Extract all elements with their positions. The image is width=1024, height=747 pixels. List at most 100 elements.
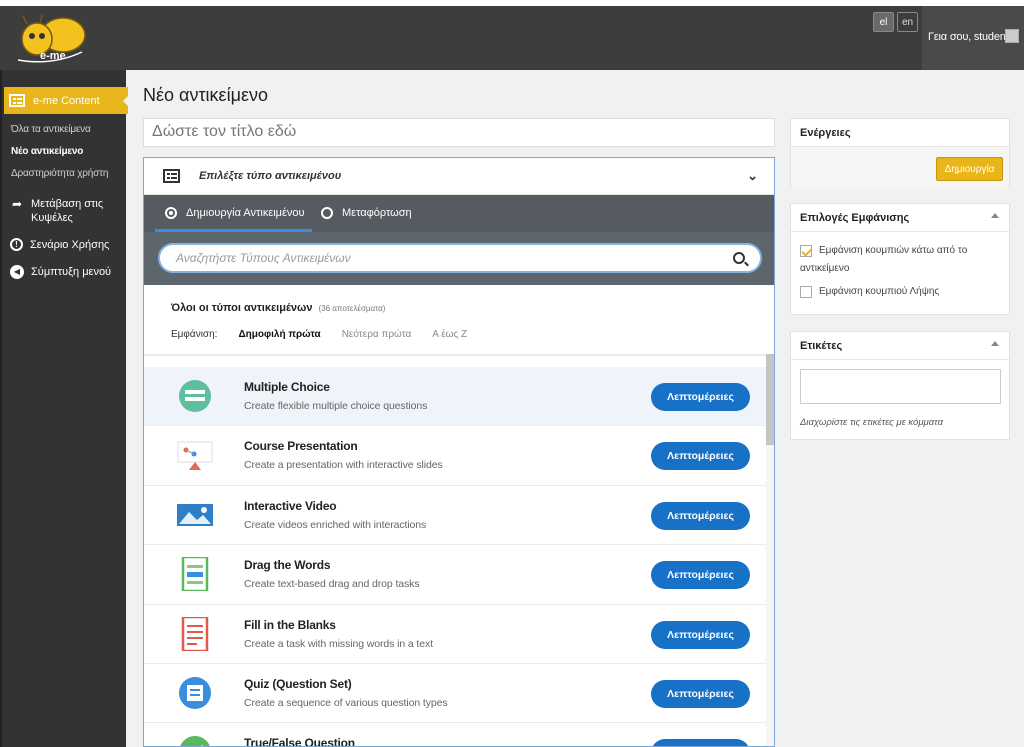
search-input[interactable]: Αναζητήστε Τύπους Αντικειμένων	[158, 243, 762, 273]
list-item[interactable]: Multiple Choice Create flexible multiple…	[144, 367, 766, 427]
sidebar-item-collapse-menu[interactable]: ◀ Σύμπτυξη μενού	[10, 265, 111, 279]
sort-label: Εμφάνιση:	[171, 329, 218, 340]
content-type-selector: Επιλέξτε τύπο αντικειμένου ⌄ Δημιουργία …	[143, 157, 775, 747]
content-type-desc: Create text-based drag and drop tasks	[244, 578, 420, 591]
sidebar-item-user-activity[interactable]: Δραστηριότητα χρήστη	[11, 168, 108, 179]
list-item[interactable]: True/False Question Λεπτομέρειες	[144, 723, 766, 747]
tab-bar: Δημιουργία Αντικειμένου Μεταφόρτωση	[144, 195, 774, 232]
content-type-name: Interactive Video	[244, 498, 337, 513]
content-type-dropdown[interactable]: Επιλέξτε τύπο αντικειμένου ⌄	[144, 158, 774, 195]
list-item[interactable]: Quiz (Question Set) Create a sequence of…	[144, 664, 766, 724]
content-list-icon	[9, 94, 25, 107]
actions-body: Δημιουργία	[791, 147, 1009, 189]
details-button[interactable]: Λεπτομέρειες	[651, 383, 750, 411]
content-type-name: Drag the Words	[244, 558, 331, 573]
checkbox-unchecked[interactable]	[800, 286, 812, 298]
active-pointer-icon	[123, 95, 129, 107]
sidebar-item-usage-scenario[interactable]: ! Σενάριο Χρήσης	[10, 238, 109, 252]
fill-blanks-icon	[181, 616, 209, 651]
details-button[interactable]: Λεπτομέρειες	[651, 501, 750, 530]
sidebar-item-label: Κυψέλες	[31, 212, 73, 224]
option-label: αντικείμενο	[800, 263, 850, 274]
sidebar-item-all-objects[interactable]: Όλα τα αντικείμενα	[11, 124, 91, 135]
details-button[interactable]: Λεπτομέρειες	[651, 620, 750, 649]
radio-empty-icon	[321, 207, 333, 219]
checkbox-checked[interactable]	[800, 245, 812, 257]
content-type-desc: Create flexible multiple choice question…	[244, 400, 428, 412]
list-item[interactable]: Drag the Words Create text-based drag an…	[144, 545, 766, 605]
details-button[interactable]: Λεπτομέρειες	[651, 561, 750, 590]
display-options-title: Επιλογές Εμφάνισης	[800, 212, 910, 224]
search-band: Αναζητήστε Τύπους Αντικειμένων	[144, 232, 774, 285]
details-button[interactable]: Λεπτομέρειες	[651, 442, 750, 471]
content-type-name: Multiple Choice	[244, 380, 330, 394]
tags-header[interactable]: Ετικέτες	[791, 332, 1009, 360]
lang-el-button[interactable]: el	[873, 12, 894, 32]
sort-newest[interactable]: Νεότερα πρώτα	[342, 329, 412, 340]
sort-options: Εμφάνιση: Δημοφιλή πρώτα Νεότερα πρώτα Α…	[171, 329, 488, 340]
tab-label: Μεταφόρτωση	[342, 207, 412, 219]
content-type-name: Quiz (Question Set)	[244, 676, 352, 691]
sort-a-to-z[interactable]: Α έως Ζ	[432, 329, 467, 340]
list-item[interactable]: Fill in the Blanks Create a task with mi…	[144, 605, 766, 664]
details-button[interactable]: Λεπτομέρειες	[651, 739, 750, 746]
sidebar-item-label: Σενάριο Χρήσης	[30, 239, 110, 251]
show-buttons-option[interactable]: Εμφάνιση κουμπιών κάτω από το αντικείμεν…	[800, 242, 967, 278]
sidebar-item-new-object[interactable]: Νέο αντικείμενο	[11, 146, 83, 157]
actions-panel: Ενέργειες Δημιουργία	[790, 118, 1010, 189]
sort-popular[interactable]: Δημοφιλή πρώτα	[238, 329, 320, 340]
page-title: Νέο αντικείμενο	[143, 85, 268, 105]
tags-panel: Ετικέτες Διαχωρίστε τις ετικέτες με κόμμ…	[790, 331, 1010, 440]
e-me-logo[interactable]: e-me	[12, 12, 88, 68]
list-item[interactable]: Interactive Video Create videos enriched…	[144, 486, 766, 546]
collapse-caret-icon[interactable]	[991, 213, 999, 218]
tags-help-text: Διαχωρίστε τις ετικέτες με κόμματα	[800, 417, 943, 428]
tags-title: Ετικέτες	[800, 340, 843, 352]
scrollbar-thumb[interactable]	[766, 354, 774, 445]
sidebar-section-content[interactable]: e-me Content	[4, 87, 129, 114]
show-download-option[interactable]: Εμφάνιση κουμπιού Λήψης	[800, 283, 939, 301]
tags-textarea[interactable]	[800, 369, 1001, 404]
true-false-icon	[180, 736, 210, 746]
display-options-panel: Επιλογές Εμφάνισης Εμφάνιση κουμπιών κάτ…	[790, 203, 1010, 315]
content-type-desc: Create a sequence of various question ty…	[244, 696, 448, 709]
create-button[interactable]: Δημιουργία	[936, 157, 1003, 181]
divider	[144, 354, 774, 356]
results-header: Όλοι οι τύποι αντικειμένων (36 αποτελέσμ…	[171, 302, 385, 314]
sidebar-item-label: Σύμπτυξη μενού	[31, 266, 112, 278]
video-icon	[177, 503, 213, 526]
results-count: (36 αποτελέσματα)	[318, 304, 386, 313]
sidebar-item-go-to-hives[interactable]: ➦ Μετάβαση στις Κυψέλες	[10, 197, 103, 225]
sidebar: e-me Content Όλα τα αντικείμενα Νέο αντι…	[0, 70, 129, 747]
presentation-icon	[177, 441, 213, 471]
multiple-choice-icon	[179, 380, 211, 412]
tab-label: Δημιουργία Αντικειμένου	[186, 207, 305, 219]
quiz-icon	[179, 676, 211, 709]
option-label: Εμφάνιση κουμπιού Λήψης	[819, 286, 940, 297]
display-options-header[interactable]: Επιλογές Εμφάνισης	[791, 204, 1009, 232]
title-input[interactable]: Δώστε τον τίτλο εδώ	[143, 118, 775, 147]
content-type-select-label: Επιλέξτε τύπο αντικειμένου	[199, 170, 342, 182]
user-greeting[interactable]: Γεια σου, student2	[928, 31, 1015, 43]
content-type-name: True/False Question	[244, 736, 355, 747]
top-bar: e-me el en Γεια σου, student2	[0, 0, 1024, 70]
drag-words-icon	[181, 557, 209, 592]
content-type-list: Multiple Choice Create flexible multiple…	[144, 367, 766, 747]
avatar-icon[interactable]	[1005, 29, 1019, 43]
share-arrow-icon: ➦	[11, 197, 23, 211]
list-item[interactable]: Course Presentation Create a presentatio…	[144, 426, 766, 486]
tab-create-object[interactable]: Δημιουργία Αντικειμένου	[165, 207, 305, 219]
collapse-caret-icon[interactable]	[991, 341, 999, 346]
radio-selected-icon	[165, 207, 177, 219]
content-type-desc: Create videos enriched with interactions	[244, 518, 427, 531]
lang-en-button[interactable]: en	[897, 12, 918, 32]
content-type-name: Course Presentation	[244, 439, 358, 454]
search-icon[interactable]	[733, 252, 745, 264]
collapse-icon: ◀	[10, 265, 24, 279]
chevron-down-icon[interactable]: ⌄	[747, 168, 758, 184]
logo-text: e-me	[40, 50, 66, 62]
details-button[interactable]: Λεπτομέρειες	[651, 679, 750, 708]
results-title: Όλοι οι τύποι αντικειμένων	[171, 302, 313, 314]
option-label: Εμφάνιση κουμπιών κάτω από το	[819, 245, 968, 256]
tab-upload[interactable]: Μεταφόρτωση	[321, 207, 412, 219]
